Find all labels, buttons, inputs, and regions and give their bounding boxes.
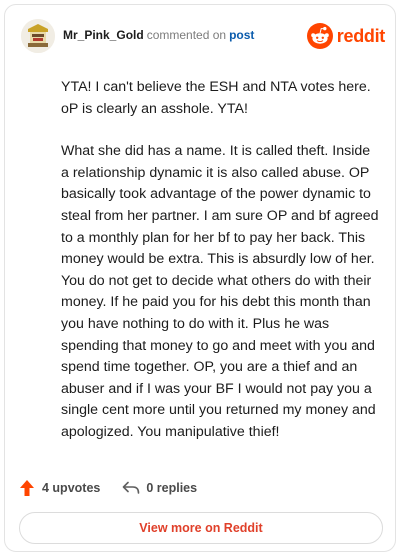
username[interactable]: Mr_Pink_Gold — [63, 28, 144, 42]
comment-actions: 4 upvotes 0 replies — [19, 477, 197, 499]
post-link[interactable]: post — [229, 28, 254, 42]
header-text: Mr_Pink_Gold commented on post — [63, 28, 254, 42]
upvote-button[interactable]: 4 upvotes — [19, 479, 100, 497]
avatar-icon[interactable] — [21, 19, 55, 53]
reddit-wordmark: reddit — [336, 25, 386, 46]
comment-card: Mr_Pink_Gold commented on post reddit YT… — [4, 4, 396, 552]
view-more-button[interactable]: View more on Reddit — [19, 512, 383, 544]
reddit-brand[interactable]: reddit — [306, 21, 386, 51]
comment-body: YTA! I can't believe the ESH and NTA vot… — [61, 77, 381, 444]
reply-count: 0 replies — [146, 481, 198, 495]
comment-action-text: commented on — [146, 28, 227, 42]
comment-paragraph: What she did has a name. It is called th… — [61, 143, 379, 440]
reddit-logo-icon — [306, 23, 333, 49]
comment-paragraph: YTA! I can't believe the ESH and NTA vot… — [61, 79, 371, 117]
upvote-arrow-icon — [19, 479, 35, 497]
reply-button[interactable]: 0 replies — [122, 481, 197, 495]
reply-arrow-icon — [122, 481, 140, 495]
comment-header: Mr_Pink_Gold commented on post reddit — [19, 17, 385, 57]
upvote-count: 4 upvotes — [42, 481, 101, 495]
